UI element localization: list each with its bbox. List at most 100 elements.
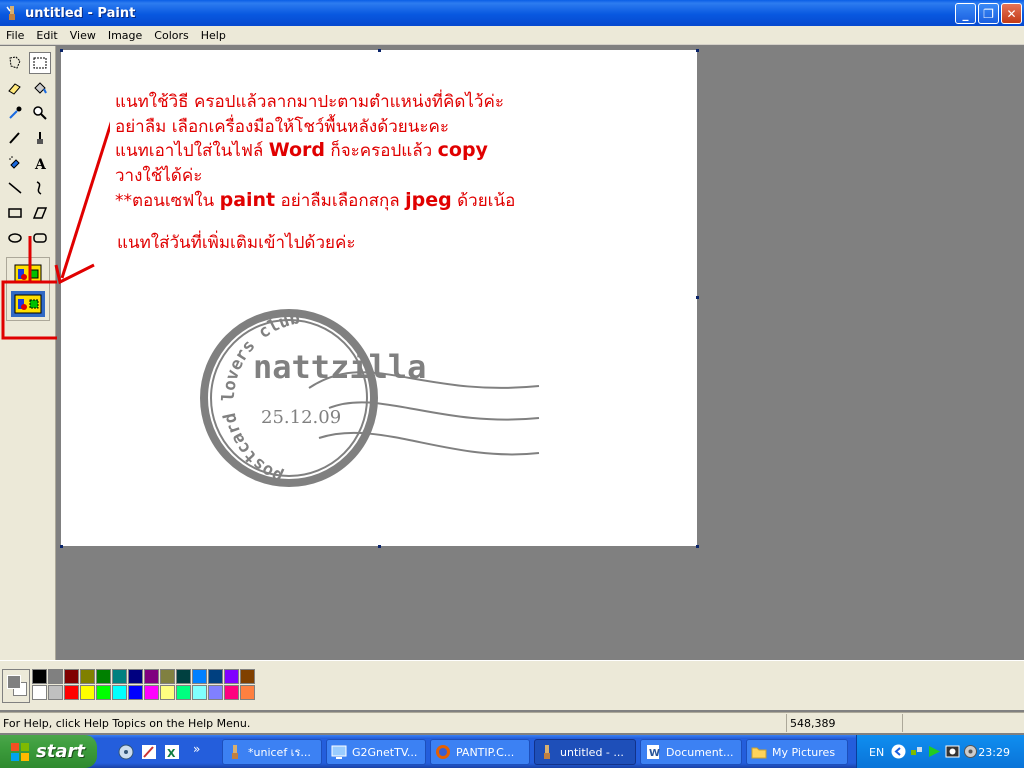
free-form-select-tool[interactable] — [4, 52, 26, 74]
title-bar: untitled - Paint _ ❐ ✕ — [0, 0, 1024, 26]
resize-handle-tl[interactable] — [60, 49, 63, 52]
task-g2gnettv[interactable]: G2GnetTV... — [326, 739, 426, 765]
note-line-2: อย่าลืม เลือกเครื่องมือให้โชว์พื้นหลังด้… — [115, 117, 449, 137]
volume-icon[interactable] — [963, 744, 978, 759]
drawing-canvas[interactable]: แนทใช้วิธี ครอปแล้วลากมาปะตามตำแหน่งที่ค… — [60, 49, 699, 548]
palette-swatch[interactable] — [112, 685, 127, 700]
menu-edit[interactable]: Edit — [30, 29, 63, 42]
brush-icon — [37, 132, 43, 144]
polygon-tool[interactable] — [29, 202, 51, 224]
monitor-icon — [331, 745, 347, 759]
palette-swatch[interactable] — [96, 669, 111, 684]
quicklaunch-more-icon[interactable]: » — [193, 742, 200, 756]
palette-swatch[interactable] — [240, 685, 255, 700]
resize-handle-bl[interactable] — [60, 545, 63, 548]
rect-select-tool[interactable] — [29, 52, 51, 74]
tray-expand-icon[interactable] — [891, 744, 906, 759]
palette-swatch[interactable] — [224, 685, 239, 700]
palette-swatch[interactable] — [224, 669, 239, 684]
palette-swatch[interactable] — [240, 669, 255, 684]
palette-swatch[interactable] — [160, 669, 175, 684]
menu-help[interactable]: Help — [195, 29, 232, 42]
palette-swatch[interactable] — [32, 685, 47, 700]
task-pantip[interactable]: PANTIP.C... — [430, 739, 530, 765]
svg-text:A: A — [34, 157, 47, 171]
palette-swatch[interactable] — [64, 669, 79, 684]
start-button[interactable]: start — [0, 735, 97, 768]
task-my-pictures[interactable]: My Pictures — [746, 739, 848, 765]
quicklaunch-paint-icon[interactable] — [141, 744, 157, 760]
palette-swatch[interactable] — [32, 669, 47, 684]
postmark-stamp: postcard lovers club nattzilla 25.12.09 — [200, 308, 540, 487]
palette-swatch[interactable] — [208, 685, 223, 700]
palette-swatch[interactable] — [208, 669, 223, 684]
status-help-text: For Help, click Help Topics on the Help … — [3, 716, 251, 730]
resize-handle-right[interactable] — [696, 296, 699, 299]
line-tool[interactable] — [4, 177, 26, 199]
magnifier-tool[interactable] — [29, 102, 51, 124]
eraser-tool[interactable] — [4, 77, 26, 99]
task-unicef[interactable]: *unicef เร... — [222, 739, 322, 765]
clock: 23:29 — [978, 746, 1010, 759]
palette-swatch[interactable] — [96, 685, 111, 700]
palette-swatch[interactable] — [128, 669, 143, 684]
palette-swatch[interactable] — [176, 669, 191, 684]
menu-bar: File Edit View Image Colors Help — [0, 26, 1024, 45]
paint-app-icon — [232, 745, 238, 759]
resize-handle-tr[interactable] — [696, 49, 699, 52]
brush-tool[interactable] — [29, 127, 51, 149]
task-untitled-paint[interactable]: untitled - ... — [534, 739, 636, 765]
palette-swatch[interactable] — [192, 669, 207, 684]
airbrush-tool[interactable] — [4, 152, 26, 174]
task-document[interactable]: W Document... — [640, 739, 742, 765]
close-button[interactable]: ✕ — [1001, 3, 1022, 24]
maximize-button[interactable]: ❐ — [978, 3, 999, 24]
text-a-icon: A — [34, 157, 47, 171]
play-icon[interactable] — [927, 744, 942, 759]
menu-image[interactable]: Image — [102, 29, 148, 42]
resize-handle-bottom[interactable] — [378, 545, 381, 548]
palette-swatch[interactable] — [176, 685, 191, 700]
menu-view[interactable]: View — [64, 29, 102, 42]
resize-handle-br[interactable] — [696, 545, 699, 548]
palette-swatch[interactable] — [48, 669, 63, 684]
palette-swatch[interactable] — [192, 685, 207, 700]
language-indicator[interactable]: EN — [869, 746, 884, 759]
current-colors[interactable] — [2, 669, 30, 703]
network-icon[interactable] — [909, 744, 924, 759]
quicklaunch-excel-icon[interactable]: X — [164, 744, 180, 760]
tray-app-icon[interactable] — [945, 744, 960, 759]
paint-app-icon — [544, 745, 550, 759]
palette-swatch[interactable] — [112, 669, 127, 684]
palette-swatch[interactable] — [128, 685, 143, 700]
fill-tool[interactable] — [29, 77, 51, 99]
ellipse-icon — [8, 233, 22, 243]
palette-swatch[interactable] — [144, 669, 159, 684]
palette-swatch[interactable] — [144, 685, 159, 700]
curve-icon — [36, 181, 42, 195]
opaque-background-option[interactable] — [11, 261, 45, 287]
palette-swatch[interactable] — [80, 685, 95, 700]
rounded-rect-tool[interactable] — [29, 227, 51, 249]
cursor-coordinates: 548,389 — [786, 714, 902, 732]
folder-icon — [751, 747, 767, 759]
pencil-tool[interactable] — [4, 127, 26, 149]
curve-tool[interactable] — [29, 177, 51, 199]
ellipse-tool[interactable] — [4, 227, 26, 249]
magnifier-icon — [33, 106, 47, 120]
resize-handle-top[interactable] — [378, 49, 381, 52]
rectangle-icon — [8, 208, 22, 218]
menu-file[interactable]: File — [0, 29, 30, 42]
palette-swatch[interactable] — [160, 685, 175, 700]
text-tool[interactable]: A — [29, 152, 51, 174]
rectangle-tool[interactable] — [4, 202, 26, 224]
minimize-button[interactable]: _ — [955, 3, 976, 24]
menu-colors[interactable]: Colors — [148, 29, 194, 42]
palette-swatch[interactable] — [64, 685, 79, 700]
quicklaunch-media-icon[interactable] — [118, 744, 134, 760]
palette-swatch[interactable] — [80, 669, 95, 684]
transparent-background-option[interactable] — [11, 291, 45, 317]
minimize-icon: _ — [962, 6, 969, 21]
palette-swatch[interactable] — [48, 685, 63, 700]
color-picker-tool[interactable] — [4, 102, 26, 124]
